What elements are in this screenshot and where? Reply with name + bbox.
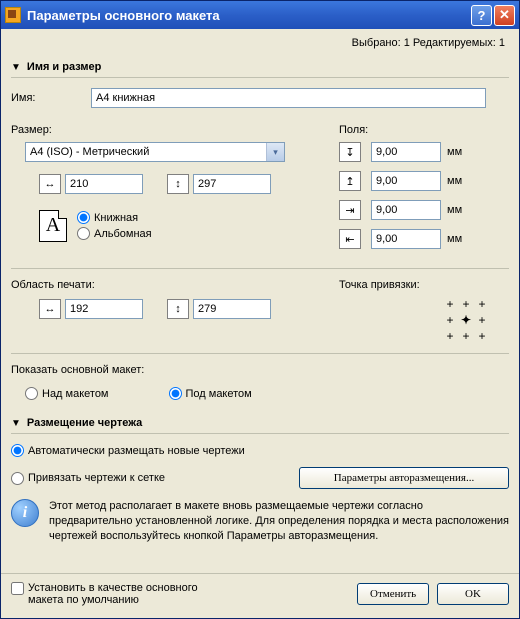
section-placement-header[interactable]: ▼ Размещение чертежа — [11, 413, 509, 434]
orientation-landscape-radio[interactable]: Альбомная — [77, 227, 152, 240]
print-width-input[interactable] — [65, 299, 143, 319]
below-radio-input[interactable] — [169, 387, 182, 400]
above-radio-input[interactable] — [25, 387, 38, 400]
print-area-label: Область печати: — [11, 279, 339, 291]
snap-grid-radio[interactable]: Привязать чертежи к сетке — [11, 472, 289, 485]
below-label: Под макетом — [186, 388, 252, 400]
height-input[interactable] — [193, 174, 271, 194]
margin-left-input[interactable] — [371, 200, 441, 220]
orientation-portrait-radio[interactable]: Книжная — [77, 211, 152, 224]
auto-placement-params-button[interactable]: Параметры авторазмещения... — [299, 467, 509, 489]
chevron-down-icon: ▼ — [11, 418, 21, 429]
default-layout-label: Установить в качестве основного макета п… — [28, 582, 208, 606]
anchor-dot[interactable]: + — [459, 297, 473, 311]
name-input[interactable] — [91, 88, 486, 108]
margin-bottom-icon: ↥ — [339, 171, 361, 191]
window-title: Параметры основного макета — [27, 8, 469, 23]
size-select-value[interactable] — [25, 142, 285, 162]
landscape-radio-input[interactable] — [77, 227, 90, 240]
margin-left-icon: ⇥ — [339, 200, 361, 220]
default-layout-checkbox[interactable] — [11, 582, 24, 595]
anchor-dot[interactable]: + — [475, 313, 489, 327]
unit-mm: мм — [447, 204, 462, 216]
auto-place-radio[interactable]: Автоматически размещать новые чертежи — [11, 444, 509, 457]
width-input[interactable] — [65, 174, 143, 194]
info-icon: i — [11, 499, 39, 527]
print-width-icon: ↔ — [39, 299, 61, 319]
anchor-dot[interactable]: + — [475, 297, 489, 311]
close-button[interactable]: ✕ — [494, 5, 515, 26]
unit-mm: мм — [447, 175, 462, 187]
show-master-label: Показать основной макет: — [11, 364, 509, 376]
size-select[interactable]: ▾ — [25, 142, 285, 162]
cancel-button[interactable]: Отменить — [357, 583, 429, 605]
below-layout-radio[interactable]: Под макетом — [169, 387, 252, 400]
above-label: Над макетом — [42, 388, 109, 400]
anchor-point-grid[interactable]: + + + + ✦ + + + + — [443, 297, 489, 343]
anchor-dot[interactable]: + — [475, 329, 489, 343]
anchor-dot[interactable]: + — [459, 329, 473, 343]
section2-title: Размещение чертежа — [27, 417, 142, 429]
print-height-icon: ↕ — [167, 299, 189, 319]
margins-label: Поля: — [339, 124, 509, 136]
landscape-label: Альбомная — [94, 228, 152, 240]
dropdown-icon[interactable]: ▾ — [266, 143, 284, 161]
titlebar: Параметры основного макета ? ✕ — [1, 1, 519, 29]
size-label: Размер: — [11, 124, 339, 136]
margin-right-input[interactable] — [371, 229, 441, 249]
divider — [11, 353, 509, 354]
unit-mm: мм — [447, 146, 462, 158]
print-height-input[interactable] — [193, 299, 271, 319]
width-icon: ↔ — [39, 174, 61, 194]
section1-title: Имя и размер — [27, 61, 101, 73]
app-icon — [5, 7, 21, 23]
portrait-label: Книжная — [94, 212, 138, 224]
margin-bottom-input[interactable] — [371, 171, 441, 191]
anchor-dot[interactable]: + — [443, 297, 457, 311]
portrait-radio-input[interactable] — [77, 211, 90, 224]
snap-label: Привязать чертежи к сетке — [28, 472, 165, 484]
info-text: Этот метод располагает в макете вновь ра… — [49, 499, 509, 544]
height-icon: ↕ — [167, 174, 189, 194]
margin-top-input[interactable] — [371, 142, 441, 162]
name-label: Имя: — [11, 92, 91, 104]
ok-button[interactable]: OK — [437, 583, 509, 605]
anchor-dot[interactable]: + — [443, 313, 457, 327]
margin-right-icon: ⇤ — [339, 229, 361, 249]
help-button[interactable]: ? — [471, 5, 492, 26]
chevron-down-icon: ▼ — [11, 62, 21, 73]
auto-radio-input[interactable] — [11, 444, 24, 457]
anchor-label: Точка привязки: — [339, 279, 509, 291]
margin-top-icon: ↧ — [339, 142, 361, 162]
status-line: Выбрано: 1 Редактируемых: 1 — [11, 35, 509, 57]
bottom-bar: Установить в качестве основного макета п… — [1, 573, 519, 614]
unit-mm: мм — [447, 233, 462, 245]
above-layout-radio[interactable]: Над макетом — [25, 387, 109, 400]
snap-radio-input[interactable] — [11, 472, 24, 485]
divider — [11, 268, 509, 269]
page-orientation-icon: A — [39, 210, 67, 242]
anchor-dot[interactable]: + — [443, 329, 457, 343]
auto-label: Автоматически размещать новые чертежи — [28, 445, 245, 457]
section-name-size-header[interactable]: ▼ Имя и размер — [11, 57, 509, 78]
anchor-dot-selected[interactable]: ✦ — [459, 313, 473, 327]
